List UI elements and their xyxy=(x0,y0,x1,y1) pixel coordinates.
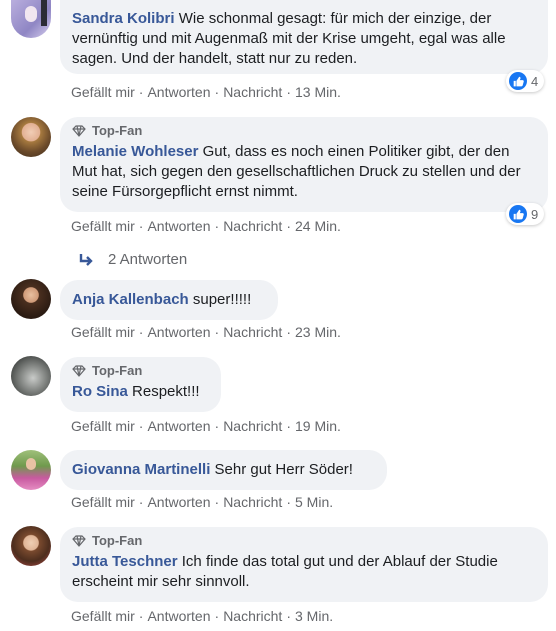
comment-text: Sehr gut Herr Söder! xyxy=(214,461,353,478)
comment-bubble: Giovanna Martinelli Sehr gut Herr Söder! xyxy=(60,450,387,490)
reaction-count-value: 4 xyxy=(531,73,539,89)
message-link[interactable]: Nachricht xyxy=(223,418,282,434)
reply-link[interactable]: Antworten xyxy=(147,494,210,510)
reaction-count[interactable]: 4 xyxy=(506,70,545,92)
like-icon xyxy=(509,72,527,90)
message-link[interactable]: Nachricht xyxy=(223,324,282,340)
like-link[interactable]: Gefällt mir xyxy=(71,494,135,510)
comment-author[interactable]: Ro Sina xyxy=(72,383,128,400)
diamond-icon xyxy=(72,535,86,547)
reply-link[interactable]: Antworten xyxy=(147,608,210,624)
comment-actions: Gefällt mir · Antworten · Nachricht · 24 Min. xyxy=(71,218,341,234)
comment-actions: Gefällt mir · Antworten · Nachricht · 13 Min. xyxy=(71,84,341,100)
comment-text: Respekt!!! xyxy=(132,383,200,400)
reply-arrow-icon xyxy=(79,253,93,266)
like-icon xyxy=(509,205,527,223)
reply-link[interactable]: Antworten xyxy=(147,418,210,434)
reaction-count-value: 9 xyxy=(531,206,539,222)
avatar[interactable] xyxy=(11,450,51,490)
message-link[interactable]: Nachricht xyxy=(223,218,282,234)
comment-timestamp[interactable]: 13 Min. xyxy=(295,84,341,100)
like-link[interactable]: Gefällt mir xyxy=(71,324,135,340)
avatar[interactable] xyxy=(11,0,51,38)
comment-timestamp[interactable]: 23 Min. xyxy=(295,324,341,340)
replies-count[interactable]: 2 Antworten xyxy=(108,251,187,268)
reply-link[interactable]: Antworten xyxy=(147,324,210,340)
comment-author[interactable]: Giovanna Martinelli xyxy=(72,461,210,478)
like-link[interactable]: Gefällt mir xyxy=(71,84,135,100)
reaction-count[interactable]: 9 xyxy=(506,203,545,225)
reply-link[interactable]: Antworten xyxy=(147,218,210,234)
avatar[interactable] xyxy=(11,356,51,396)
like-link[interactable]: Gefällt mir xyxy=(71,418,135,434)
message-link[interactable]: Nachricht xyxy=(223,608,282,624)
diamond-icon xyxy=(72,125,86,137)
avatar[interactable] xyxy=(11,526,51,566)
view-replies-link[interactable]: 2 Antworten xyxy=(78,251,187,268)
comment-bubble: Sandra Kolibri Wie schonmal gesagt: für … xyxy=(60,0,548,74)
comment-timestamp[interactable]: 5 Min. xyxy=(295,494,333,510)
comment-timestamp[interactable]: 3 Min. xyxy=(295,608,333,624)
comment-text: super!!!!! xyxy=(192,291,252,308)
like-link[interactable]: Gefällt mir xyxy=(71,608,135,624)
comment-author[interactable]: Melanie Wohleser xyxy=(72,143,198,160)
like-link[interactable]: Gefällt mir xyxy=(71,218,135,234)
message-link[interactable]: Nachricht xyxy=(223,494,282,510)
comment-actions: Gefällt mir · Antworten · Nachricht · 5 Min. xyxy=(71,494,334,510)
comment-timestamp[interactable]: 24 Min. xyxy=(295,218,341,234)
comment-timestamp[interactable]: 19 Min. xyxy=(295,418,341,434)
comment-author[interactable]: Sandra Kolibri xyxy=(72,10,175,27)
comment-bubble: Anja Kallenbach super!!!!! xyxy=(60,280,278,320)
top-fan-badge: Top-Fan xyxy=(72,363,209,379)
top-fan-badge: Top-Fan xyxy=(72,533,536,549)
comment-bubble: Top-Fan Jutta Teschner Ich finde das tot… xyxy=(60,527,548,602)
comment-author[interactable]: Jutta Teschner xyxy=(72,553,178,570)
message-link[interactable]: Nachricht xyxy=(223,84,282,100)
comment-author[interactable]: Anja Kallenbach xyxy=(72,291,189,308)
avatar[interactable] xyxy=(11,117,51,157)
comment-actions: Gefällt mir · Antworten · Nachricht · 19 Min. xyxy=(71,418,341,434)
comment-actions: Gefällt mir · Antworten · Nachricht · 3 Min. xyxy=(71,608,334,624)
comment-bubble: Top-Fan Melanie Wohleser Gut, dass es no… xyxy=(60,117,548,212)
diamond-icon xyxy=(72,365,86,377)
comment-actions: Gefällt mir · Antworten · Nachricht · 23 Min. xyxy=(71,324,341,340)
reply-link[interactable]: Antworten xyxy=(147,84,210,100)
top-fan-badge: Top-Fan xyxy=(72,123,536,139)
avatar[interactable] xyxy=(11,279,51,319)
comment-bubble: Top-Fan Ro Sina Respekt!!! xyxy=(60,357,221,412)
